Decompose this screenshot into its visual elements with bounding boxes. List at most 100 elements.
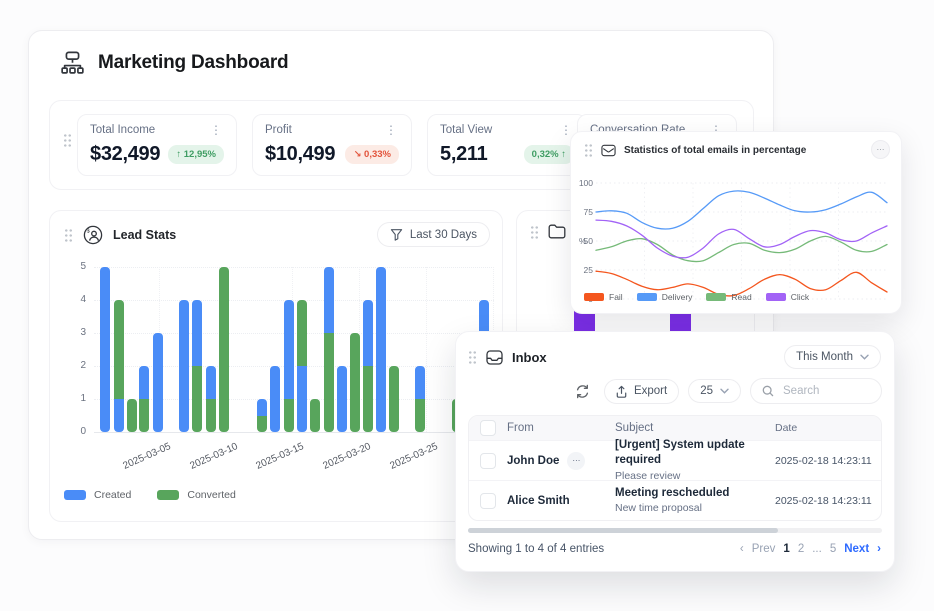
y-axis-tick: 5 [58,261,86,272]
lead-bar[interactable] [192,300,202,432]
pagination-item[interactable]: 2 [798,543,804,555]
lead-bar[interactable] [127,399,137,432]
bar-segment-created [376,267,386,432]
inbox-card: Inbox This Month [455,331,895,572]
stat-value: $10,499 [265,143,335,166]
lead-bar[interactable] [350,333,360,432]
chevron-down-icon [860,354,869,360]
row-menu-button[interactable]: ⋯ [567,452,585,470]
gridline [426,267,427,432]
column-header-subject: Subject [615,422,775,434]
lead-stats-chart: 0123452025-03-052025-03-102025-03-152025… [50,211,502,521]
lead-bar[interactable] [153,333,163,432]
inbox-icon [486,350,503,365]
bar-segment-converted [139,399,149,432]
refresh-button[interactable] [570,379,595,404]
bar-segment-created [324,267,334,333]
lead-bar[interactable] [324,267,334,432]
period-select-label: This Month [796,351,853,363]
lead-bar[interactable] [415,366,425,432]
lead-bar[interactable] [297,300,307,432]
card-menu-button[interactable]: ⋮ [383,125,399,135]
lead-bar[interactable] [284,300,294,432]
email-stats-chart: 0255075100% [571,132,901,313]
lead-bar[interactable] [179,300,189,432]
horizontal-scrollbar-thumb[interactable] [468,528,778,533]
y-axis-tick: 3 [58,327,86,338]
page-title: Marketing Dashboard [98,52,288,74]
lead-bar[interactable] [389,366,399,432]
lead-bar[interactable] [310,399,320,432]
pagination-item[interactable]: Next [844,543,869,555]
inbox-header: Inbox This Month [456,332,894,371]
bar-segment-created [139,366,149,399]
bar-segment-created [363,300,373,366]
search-box[interactable] [750,378,882,404]
lead-bar[interactable] [114,300,124,432]
svg-text:100: 100 [579,178,593,188]
legend-swatch [157,490,179,500]
page-size-select[interactable]: 25 [688,379,741,403]
pagination-item[interactable]: 5 [830,543,836,555]
lead-bar[interactable] [337,366,347,432]
pagination-item[interactable]: › [877,543,881,555]
legend-swatch [64,490,86,500]
pagination-item[interactable]: Prev [752,543,776,555]
bar-segment-created [270,366,280,432]
bar-segment-created [297,366,307,432]
stat-title: Total View [440,124,492,136]
lead-bar[interactable] [206,366,216,432]
search-icon [762,385,774,397]
bar-segment-converted [192,366,202,432]
lead-bar[interactable] [219,267,229,432]
stat-title: Profit [265,124,292,136]
trend-badge: 0,32% ↑ [524,145,574,164]
bar-segment-created [206,366,216,399]
bar-segment-converted [127,399,137,432]
table-row[interactable]: Alice SmithMeeting rescheduledNew time p… [469,480,881,520]
dashboard-header: Marketing Dashboard [59,49,288,76]
y-axis-tick: 0 [58,426,86,437]
row-checkbox[interactable] [480,453,496,469]
inbox-table: From Subject Date John Doe⋯[Urgent] Syst… [468,415,882,521]
bar-segment-created [114,399,124,432]
pagination-item[interactable]: 1 [783,543,789,555]
card-menu-button[interactable]: ⋮ [208,125,224,135]
email-stats-legend: FailDeliveryReadClick [584,292,809,302]
table-row[interactable]: John Doe⋯[Urgent] System update required… [469,440,881,480]
bar-segment-converted [284,399,294,432]
select-all-checkbox[interactable] [480,420,496,436]
bar-segment-converted [257,416,267,433]
lead-bar[interactable] [363,300,373,432]
lead-bar[interactable] [100,267,110,432]
table-header-row: From Subject Date [469,416,881,440]
legend-swatch [584,293,604,301]
bar-segment-converted [219,267,229,432]
row-checkbox[interactable] [480,493,496,509]
lead-bar[interactable] [376,267,386,432]
legend-item: Read [706,292,751,302]
lead-bar[interactable] [139,366,149,432]
export-button[interactable]: Export [604,379,679,404]
pagination: ‹ Prev 12... 5 Next › [740,543,881,555]
bar-segment-converted [114,300,124,399]
period-select-button[interactable]: This Month [784,345,881,369]
lead-bar[interactable] [257,399,267,432]
drag-handle[interactable] [530,225,539,239]
email-date: 2025-02-18 14:23:11 [775,455,881,467]
horizontal-scrollbar[interactable] [468,528,882,533]
email-preview: Please review [615,469,775,483]
drag-handle[interactable] [468,350,477,364]
pagination-item[interactable]: ... [812,543,822,555]
pagination-item[interactable]: ‹ [740,543,744,555]
y-axis-tick: 1 [58,393,86,404]
bar-segment-converted [324,333,334,432]
email-subject: [Urgent] System update required [615,438,775,469]
legend-item: Created [64,489,131,501]
search-input[interactable] [781,384,870,398]
page: Marketing Dashboard Total Income ⋮ $32,4… [0,0,934,611]
drag-handle[interactable] [63,133,72,147]
legend-label: Delivery [662,292,693,302]
trend-badge: ↘ 0,33% [345,145,399,164]
lead-bar[interactable] [270,366,280,432]
